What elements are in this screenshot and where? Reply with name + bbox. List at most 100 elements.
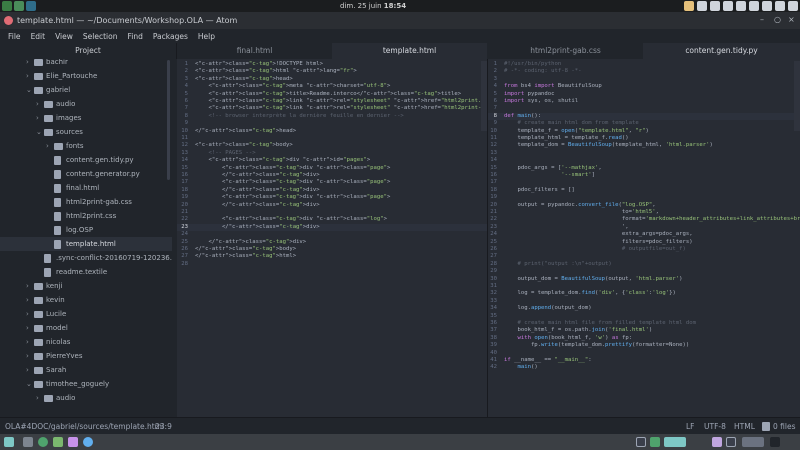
tree-file-final-html[interactable]: final.html <box>0 181 172 195</box>
tree-folder-audio-2[interactable]: › audio <box>0 391 172 405</box>
code-line: log.append(output_dom) <box>504 305 592 312</box>
app-icon[interactable] <box>53 437 63 447</box>
tree-folder-sarah[interactable]: › Sarah <box>0 363 172 377</box>
dropbox-icon[interactable] <box>697 1 707 11</box>
tree-folder-lucile[interactable]: › Lucile <box>0 307 172 321</box>
line-number: 7 <box>493 105 497 112</box>
tree-folder-nicolas[interactable]: › nicolas <box>0 335 172 349</box>
code-line: <"c-attr">class="c-tag">meta "c-attr">ch… <box>195 83 391 90</box>
terminal-icon[interactable] <box>26 1 36 11</box>
window-thumbnail-icon[interactable] <box>636 437 646 447</box>
editor-pane-html[interactable]: 1 <"c-attr">class="c-tag">!DOCTYPE html> 2… <box>177 59 487 417</box>
chrome-icon[interactable] <box>38 437 48 447</box>
tab-content-gen-tidy-py[interactable]: content.gen.tidy.py <box>643 43 800 59</box>
workspace-icon[interactable] <box>14 1 24 11</box>
menu-find[interactable]: Find <box>122 32 147 41</box>
maximize-button[interactable]: ○ <box>774 15 781 24</box>
menu-view[interactable]: View <box>50 32 78 41</box>
menu-file[interactable]: File <box>3 32 26 41</box>
status-line-ending[interactable]: LF <box>686 422 695 431</box>
power-icon[interactable] <box>788 1 798 11</box>
tree-file-content-gen-tidy[interactable]: content.gen.tidy.py <box>0 153 172 167</box>
browser-icon[interactable] <box>83 437 93 447</box>
line-number: 2 <box>184 68 188 75</box>
menu-selection[interactable]: Selection <box>78 32 123 41</box>
menu-help[interactable]: Help <box>193 32 220 41</box>
chevron-right-icon: › <box>26 338 29 346</box>
system-clock[interactable]: dim. 25 juin 18:54 <box>340 2 406 10</box>
code-line: </"c-attr">class="c-tag">div> <box>195 223 320 230</box>
editor-pane-python[interactable]: 1 #!/usr/bin/python 2 # -*- coding: utf-8 -… <box>488 59 800 417</box>
tab-template-html[interactable]: template.html <box>332 43 487 59</box>
chevron-down-icon: ⌄ <box>26 380 32 388</box>
tree-label: kenji <box>46 282 63 290</box>
clipboard-icon[interactable] <box>710 1 720 11</box>
code-line: <"c-attr">class="c-tag">body> <box>195 142 293 149</box>
line-number: 16 <box>181 172 188 178</box>
tree-file-sync-conflict[interactable]: .sync-conflict-20160719-120236.DS_ <box>0 251 172 265</box>
workspace-icon[interactable] <box>712 437 722 447</box>
tab-html2print-gab-css[interactable]: html2print-gab.css <box>488 43 643 59</box>
minimize-button[interactable]: – <box>760 15 764 24</box>
tab-final-html[interactable]: final.html <box>177 43 332 59</box>
file-icon <box>44 268 51 277</box>
status-file-path[interactable]: OLA#4DOC/gabriel/sources/template.html <box>5 422 164 431</box>
folder-icon <box>34 353 43 360</box>
app-icon[interactable] <box>68 437 78 447</box>
status-encoding[interactable]: UTF-8 <box>704 422 726 431</box>
tree-folder-model[interactable]: › model <box>0 321 172 335</box>
tree-label: bachir <box>46 59 68 66</box>
folder-icon <box>44 395 53 402</box>
menu-packages[interactable]: Packages <box>148 32 193 41</box>
status-cursor-position[interactable]: 23:9 <box>155 422 172 431</box>
files-icon[interactable] <box>23 437 33 447</box>
battery-icon[interactable] <box>775 1 785 11</box>
line-number: 23 <box>181 223 188 230</box>
line-number: 4 <box>184 83 188 90</box>
tree-label: html2print-gab.css <box>66 198 132 206</box>
tree-file-template-html[interactable]: template.html <box>0 237 172 251</box>
status-grammar[interactable]: HTML <box>734 422 755 431</box>
close-button[interactable]: × <box>788 15 795 24</box>
tree-folder-bachir[interactable]: › bachir <box>0 59 172 69</box>
tree-file-content-generator[interactable]: content.generator.py <box>0 167 172 181</box>
active-window-icon[interactable] <box>664 437 686 447</box>
wifi-icon[interactable] <box>749 1 759 11</box>
workspace-icon[interactable] <box>770 437 780 447</box>
line-number: 2 <box>493 68 497 75</box>
app-launcher-icon[interactable] <box>2 1 12 11</box>
tab-row: Project final.html template.html html2pr… <box>0 43 800 59</box>
tree-folder-gabriel[interactable]: ⌄ gabriel <box>0 83 172 97</box>
editor-scrollbar[interactable] <box>794 61 800 131</box>
tree-folder-kenji[interactable]: › kenji <box>0 279 172 293</box>
keyboard-icon[interactable] <box>723 1 733 11</box>
menu-edit[interactable]: Edit <box>26 32 51 41</box>
tree-folder-images[interactable]: › images <box>0 111 172 125</box>
tree-file-html2print-gab[interactable]: html2print-gab.css <box>0 195 172 209</box>
workspace-icon[interactable] <box>742 437 764 447</box>
workspace-icon[interactable] <box>726 437 736 447</box>
code-line: output = pypandoc.convert_file("log.OSP"… <box>504 201 656 208</box>
tree-folder-fonts[interactable]: › fonts <box>0 139 172 153</box>
status-files-count[interactable]: 0 files <box>773 422 796 431</box>
tree-file-log-osp[interactable]: log.OSP <box>0 223 172 237</box>
tree-folder-kevin[interactable]: › kevin <box>0 293 172 307</box>
bluetooth-icon[interactable] <box>736 1 746 11</box>
tree-folder-sources[interactable]: ⌄ sources <box>0 125 172 139</box>
tree-file-html2print[interactable]: html2print.css <box>0 209 172 223</box>
tree-scrollbar[interactable] <box>167 60 170 180</box>
tab-project[interactable]: Project <box>0 43 177 59</box>
volume-icon[interactable] <box>762 1 772 11</box>
folder-icon <box>34 59 43 66</box>
line-number: 5 <box>184 90 188 97</box>
notification-icon[interactable] <box>684 1 694 11</box>
code-line: fp.write(template_dom.prettify(formatter… <box>504 342 690 349</box>
tree-folder-audio[interactable]: › audio <box>0 97 172 111</box>
menu-icon[interactable] <box>4 437 14 447</box>
window-titlebar[interactable]: template.html — ~/Documents/Workshop.OLA… <box>0 12 800 29</box>
tree-file-readme[interactable]: readme.textile <box>0 265 172 279</box>
tree-folder-pierreyves[interactable]: › PierreYves <box>0 349 172 363</box>
tree-folder-elie[interactable]: › Elie_Partouche <box>0 69 172 83</box>
window-thumbnail-icon[interactable] <box>650 437 660 447</box>
tree-folder-timothee[interactable]: ⌄ timothee_goguely <box>0 377 172 391</box>
